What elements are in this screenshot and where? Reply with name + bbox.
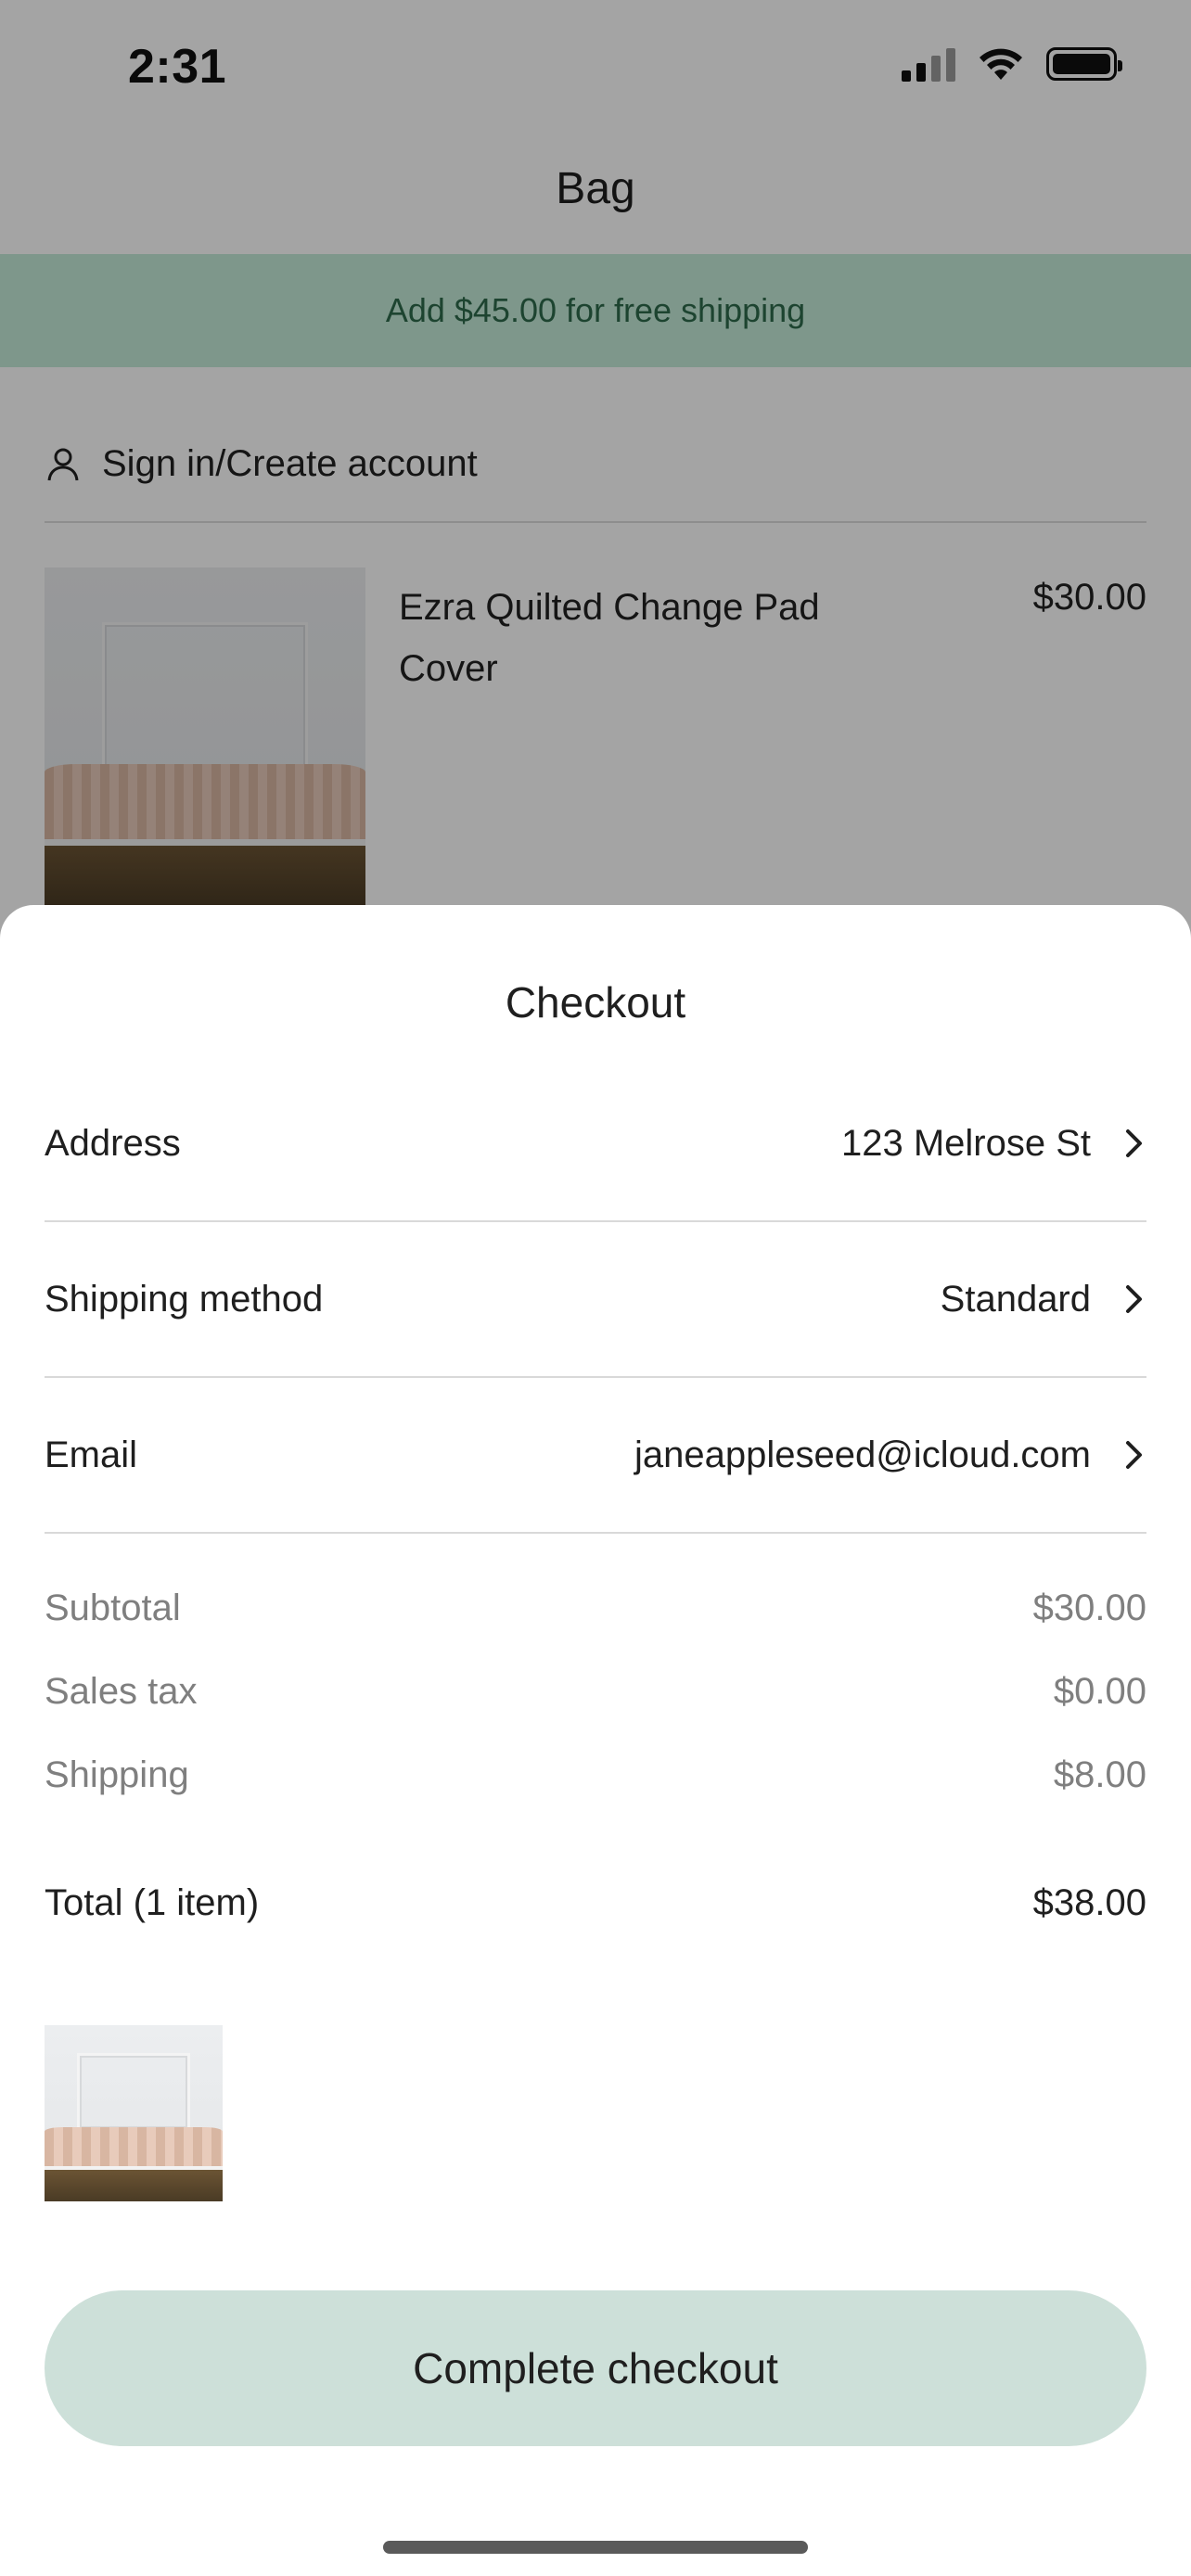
total-label: Total (1 item) — [45, 1882, 260, 1923]
sales-tax-label: Sales tax — [45, 1671, 198, 1712]
checkout-title: Checkout — [505, 978, 686, 1027]
order-item-thumbnail — [45, 2025, 223, 2201]
sales-tax-value: $0.00 — [1053, 1671, 1146, 1712]
shipping-method-row[interactable]: Shipping method Standard — [45, 1222, 1146, 1378]
subtotal-label: Subtotal — [45, 1588, 181, 1628]
address-row[interactable]: Address 123 Melrose St — [45, 1066, 1146, 1222]
subtotal-line: Subtotal $30.00 — [45, 1588, 1146, 1629]
total-value: $38.00 — [1032, 1882, 1146, 1923]
subtotal-value: $30.00 — [1032, 1588, 1146, 1628]
home-indicator — [383, 2541, 808, 2554]
total-line: Total (1 item) $38.00 — [45, 1882, 1146, 1924]
shipping-label: Shipping — [45, 1754, 189, 1795]
sales-tax-line: Sales tax $0.00 — [45, 1671, 1146, 1713]
address-label: Address — [45, 1122, 181, 1164]
checkout-sheet: Checkout Address 123 Melrose St Shipping… — [0, 905, 1191, 2576]
address-value: 123 Melrose St — [840, 1122, 1091, 1164]
email-value: janeappleseed@icloud.com — [634, 1434, 1091, 1475]
shipping-method-label: Shipping method — [45, 1278, 324, 1320]
chevron-right-icon — [1126, 1285, 1142, 1313]
email-row[interactable]: Email janeappleseed@icloud.com — [45, 1378, 1146, 1534]
shipping-value: $8.00 — [1053, 1754, 1146, 1795]
chevron-right-icon — [1126, 1129, 1142, 1157]
chevron-right-icon — [1126, 1441, 1142, 1469]
shipping-method-value: Standard — [940, 1278, 1091, 1320]
email-label: Email — [45, 1434, 138, 1475]
complete-checkout-button[interactable]: Complete checkout — [45, 2290, 1146, 2446]
shipping-line: Shipping $8.00 — [45, 1754, 1146, 1796]
